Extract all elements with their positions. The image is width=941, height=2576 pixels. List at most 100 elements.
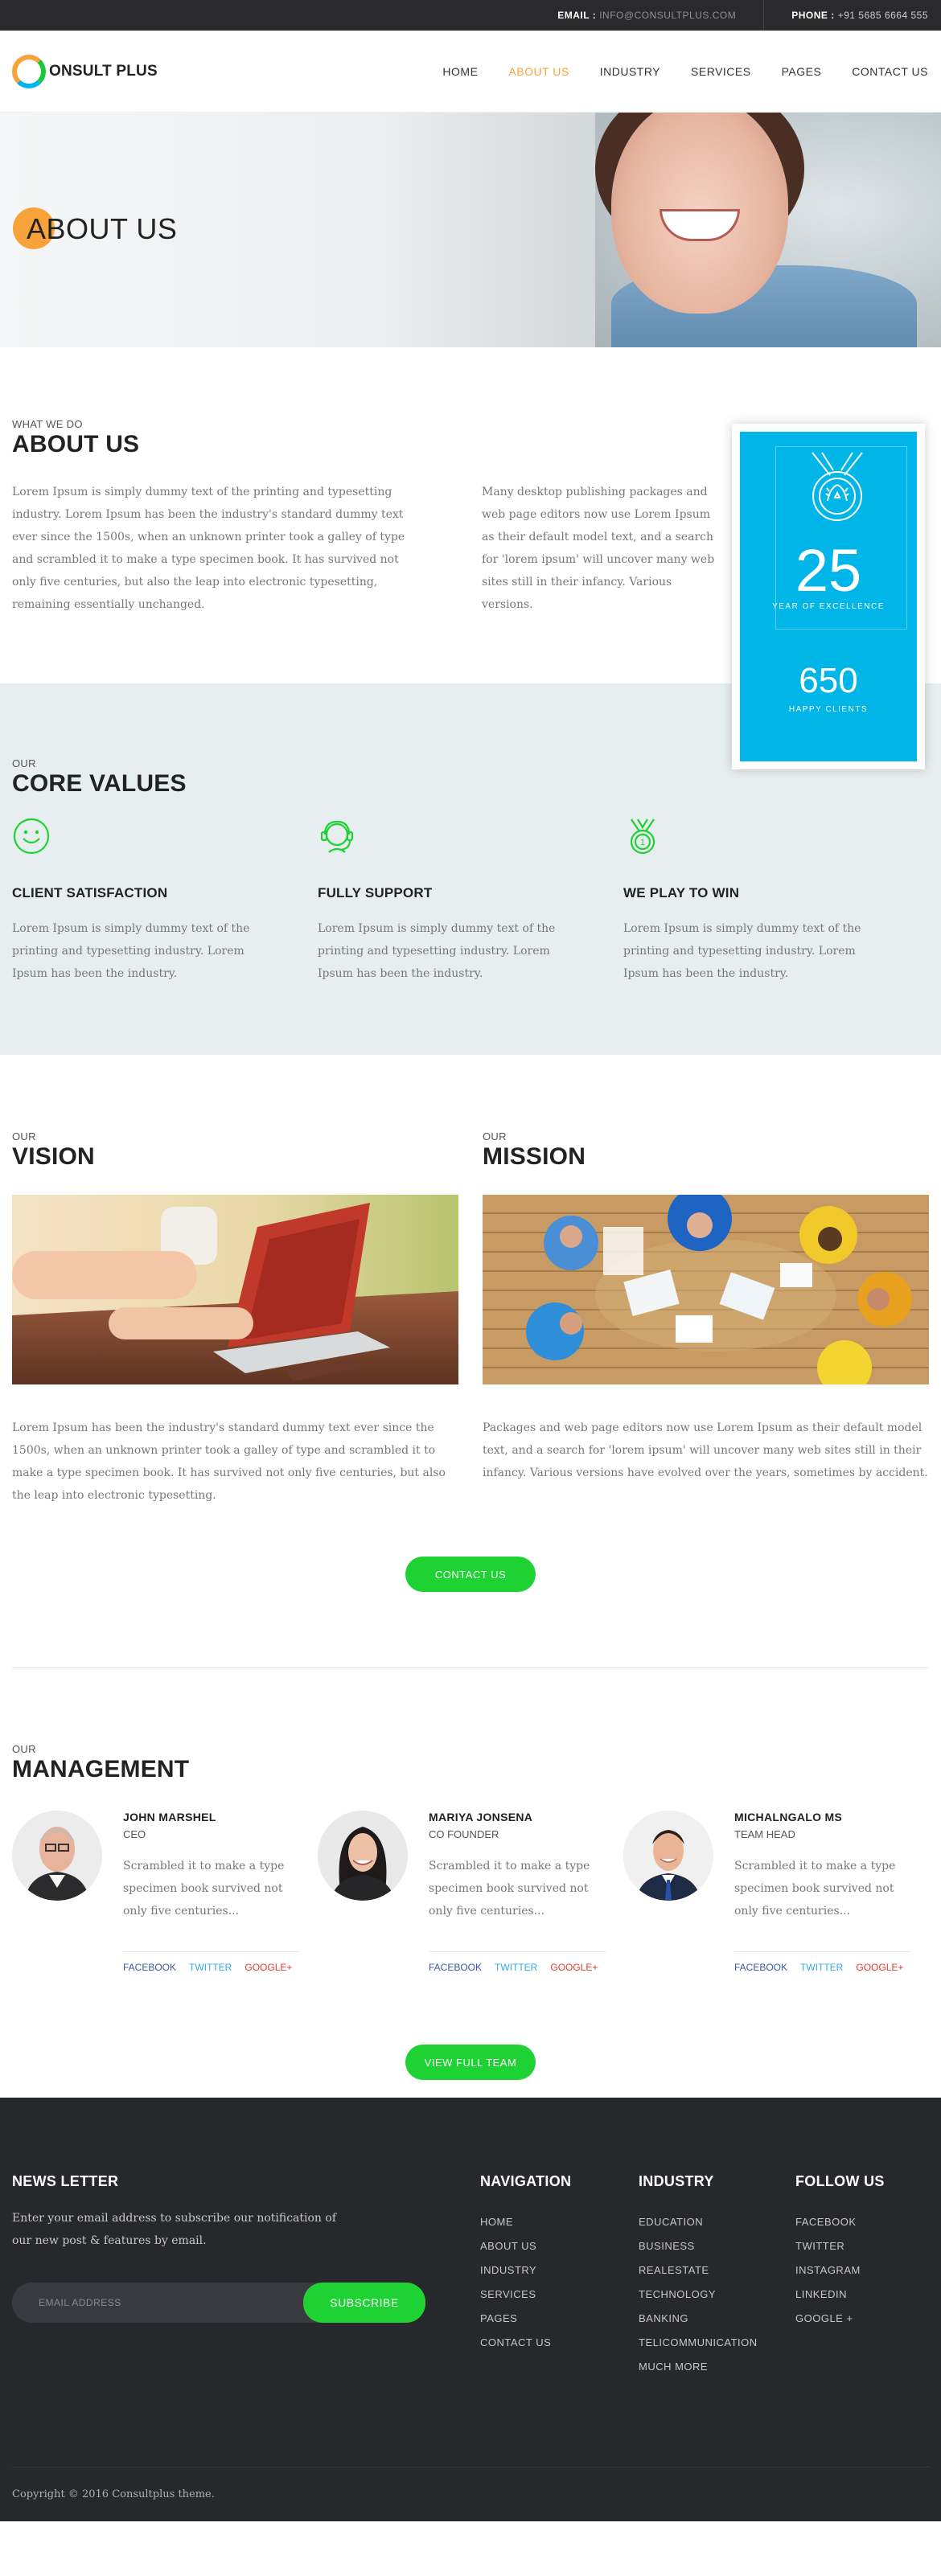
copyright-bar: Copyright © 2016 Consultplus theme.: [12, 2467, 929, 2521]
footer-industry-link[interactable]: TELICOMMUNICATION: [639, 2331, 758, 2355]
footer-nav-link[interactable]: HOME: [480, 2210, 571, 2234]
member-name: JOHN MARSHEL: [123, 1811, 216, 1823]
twitter-link[interactable]: TWITTER: [800, 1962, 843, 1973]
twitter-link[interactable]: TWITTER: [495, 1962, 537, 1973]
vision-title: VISION: [12, 1143, 95, 1170]
member-role: CEO: [123, 1828, 146, 1840]
logo-ring-icon: [12, 54, 46, 88]
core-value-title: FULLY SUPPORT: [318, 885, 433, 900]
footer-social-link[interactable]: FACEBOOK: [795, 2210, 885, 2234]
vision-mission-section: OUR VISION Lorem Ipsum has been the indu…: [0, 1055, 941, 1668]
medal-icon: 1: [630, 818, 655, 855]
footer-nav-link[interactable]: SERVICES: [480, 2283, 571, 2307]
core-value-title: CLIENT SATISFACTION: [12, 885, 168, 900]
core-value-item: FULLY SUPPORT Lorem Ipsum is simply dumm…: [318, 817, 623, 985]
core-value-item: 1 WE PLAY TO WIN Lorem Ipsum is simply d…: [623, 817, 929, 985]
footer-nav-link[interactable]: PAGES: [480, 2307, 571, 2331]
mission-title: MISSION: [483, 1143, 586, 1170]
vision-block: OUR VISION Lorem Ipsum has been the indu…: [12, 1130, 458, 1507]
footer-follow-title: FOLLOW US: [795, 2173, 885, 2189]
mission-image: [483, 1195, 929, 1384]
logo-text: ONSULT PLUS: [49, 62, 158, 80]
avatar: [318, 1811, 408, 1901]
nav-home[interactable]: HOME: [442, 65, 478, 78]
svg-text:1: 1: [640, 838, 645, 847]
nav-pages[interactable]: PAGES: [782, 65, 822, 78]
newsletter-title: NEWS LETTER: [12, 2173, 119, 2189]
member-bio: Scrambled it to make a type specimen boo…: [734, 1860, 896, 1918]
about-section: WHAT WE DO ABOUT US Lorem Ipsum is simpl…: [0, 347, 941, 769]
footer-social-link[interactable]: GOOGLE +: [795, 2307, 885, 2331]
footer-nav-link[interactable]: INDUSTRY: [480, 2258, 571, 2283]
member-name: MARIYA JONSENA: [429, 1811, 533, 1823]
copyright-text: Copyright © 2016 Consultplus theme.: [12, 2488, 215, 2500]
facebook-link[interactable]: FACEBOOK: [429, 1962, 482, 1973]
footer-social-link[interactable]: LINKEDIN: [795, 2283, 885, 2307]
view-full-team-button[interactable]: VIEW FULL TEAM: [405, 2045, 536, 2080]
nav-industry[interactable]: INDUSTRY: [600, 65, 660, 78]
about-text-2: Many desktop publishing packages and web…: [482, 486, 715, 611]
twitter-link[interactable]: TWITTER: [189, 1962, 232, 1973]
logo[interactable]: ONSULT PLUS: [12, 54, 158, 88]
member-social-links: FACEBOOK TWITTER GOOGLE+: [429, 1951, 606, 1973]
vision-text: Lorem Ipsum has been the industry's stan…: [12, 1421, 446, 1502]
hero-banner: ABOUT US: [0, 113, 941, 347]
nav-services[interactable]: SERVICES: [691, 65, 751, 78]
vision-image: [12, 1195, 458, 1384]
vision-eyebrow: OUR: [12, 1130, 36, 1142]
google-plus-link[interactable]: GOOGLE+: [856, 1962, 903, 1973]
facebook-link[interactable]: FACEBOOK: [123, 1962, 176, 1973]
core-title: CORE VALUES: [12, 770, 187, 797]
google-plus-link[interactable]: GOOGLE+: [550, 1962, 598, 1973]
footer-industry-link[interactable]: REALESTATE: [639, 2258, 758, 2283]
management-eyebrow: OUR: [12, 1743, 36, 1755]
site-header: ONSULT PLUS HOME ABOUT US INDUSTRY SERVI…: [0, 31, 941, 113]
email-link[interactable]: INFO@CONSULTPLUS.COM: [599, 10, 736, 21]
footer-social-link[interactable]: INSTAGRAM: [795, 2258, 885, 2283]
member-name: MICHALNGALO MS: [734, 1811, 843, 1823]
topbar-divider: [763, 0, 765, 31]
member-social-links: FACEBOOK TWITTER GOOGLE+: [734, 1951, 911, 1973]
team-member-card: MICHALNGALO MS TEAM HEAD Scrambled it to…: [623, 1811, 929, 1973]
nav-about-us[interactable]: ABOUT US: [508, 65, 569, 78]
core-value-text: Lorem Ipsum is simply dummy text of the …: [12, 922, 250, 980]
footer-nav-link[interactable]: ABOUT US: [480, 2234, 571, 2258]
team-member-card: MARIYA JONSENA CO FOUNDER Scrambled it t…: [318, 1811, 623, 1973]
member-social-links: FACEBOOK TWITTER GOOGLE+: [123, 1951, 300, 1973]
facebook-link[interactable]: FACEBOOK: [734, 1962, 787, 1973]
footer-social-link[interactable]: TWITTER: [795, 2234, 885, 2258]
management-title: MANAGEMENT: [12, 1756, 190, 1782]
member-bio: Scrambled it to make a type specimen boo…: [123, 1860, 285, 1918]
footer-follow: FOLLOW US FACEBOOK TWITTER INSTAGRAM LIN…: [795, 2173, 885, 2331]
member-role: CO FOUNDER: [429, 1828, 499, 1840]
clients-label: HAPPY CLIENTS: [788, 705, 869, 714]
smiley-icon: [13, 818, 50, 855]
core-value-title: WE PLAY TO WIN: [623, 885, 740, 900]
footer-navigation: NAVIGATION HOME ABOUT US INDUSTRY SERVIC…: [480, 2173, 571, 2355]
avatar: [623, 1811, 713, 1901]
stats-card: 25 YEAR OF EXCELLENCE 650 HAPPY CLIENTS: [732, 424, 925, 769]
subscribe-form: SUBSCRIBE: [12, 2283, 425, 2323]
mission-eyebrow: OUR: [483, 1130, 507, 1142]
member-bio: Scrambled it to make a type specimen boo…: [429, 1860, 590, 1918]
footer-industry-link[interactable]: EDUCATION: [639, 2210, 758, 2234]
core-value-text: Lorem Ipsum is simply dummy text of the …: [623, 922, 861, 980]
contact-us-button[interactable]: CONTACT US: [405, 1557, 536, 1592]
subscribe-button[interactable]: SUBSCRIBE: [303, 2283, 425, 2323]
site-footer: NEWS LETTER Enter your email address to …: [0, 2098, 941, 2521]
google-plus-link[interactable]: GOOGLE+: [244, 1962, 292, 1973]
nav-contact-us[interactable]: CONTACT US: [852, 65, 928, 78]
footer-industry-link[interactable]: BANKING: [639, 2307, 758, 2331]
phone-number: +91 5685 6664 555: [837, 10, 928, 21]
hero-title: ABOUT US: [27, 212, 178, 245]
footer-industry-link[interactable]: TECHNOLOGY: [639, 2283, 758, 2307]
footer-industry-link[interactable]: BUSINESS: [639, 2234, 758, 2258]
top-bar: EMAIL : INFO@CONSULTPLUS.COM PHONE : +91…: [0, 0, 941, 31]
main-nav: HOME ABOUT US INDUSTRY SERVICES PAGES CO…: [442, 65, 928, 78]
footer-nav-link[interactable]: CONTACT US: [480, 2331, 571, 2355]
years-value: 25: [795, 537, 862, 604]
footer-navigation-title: NAVIGATION: [480, 2173, 572, 2189]
newsletter-email-input[interactable]: [12, 2283, 302, 2323]
footer-industry-link[interactable]: MUCH MORE: [639, 2355, 758, 2379]
about-text-1: Lorem Ipsum is simply dummy text of the …: [12, 486, 405, 611]
